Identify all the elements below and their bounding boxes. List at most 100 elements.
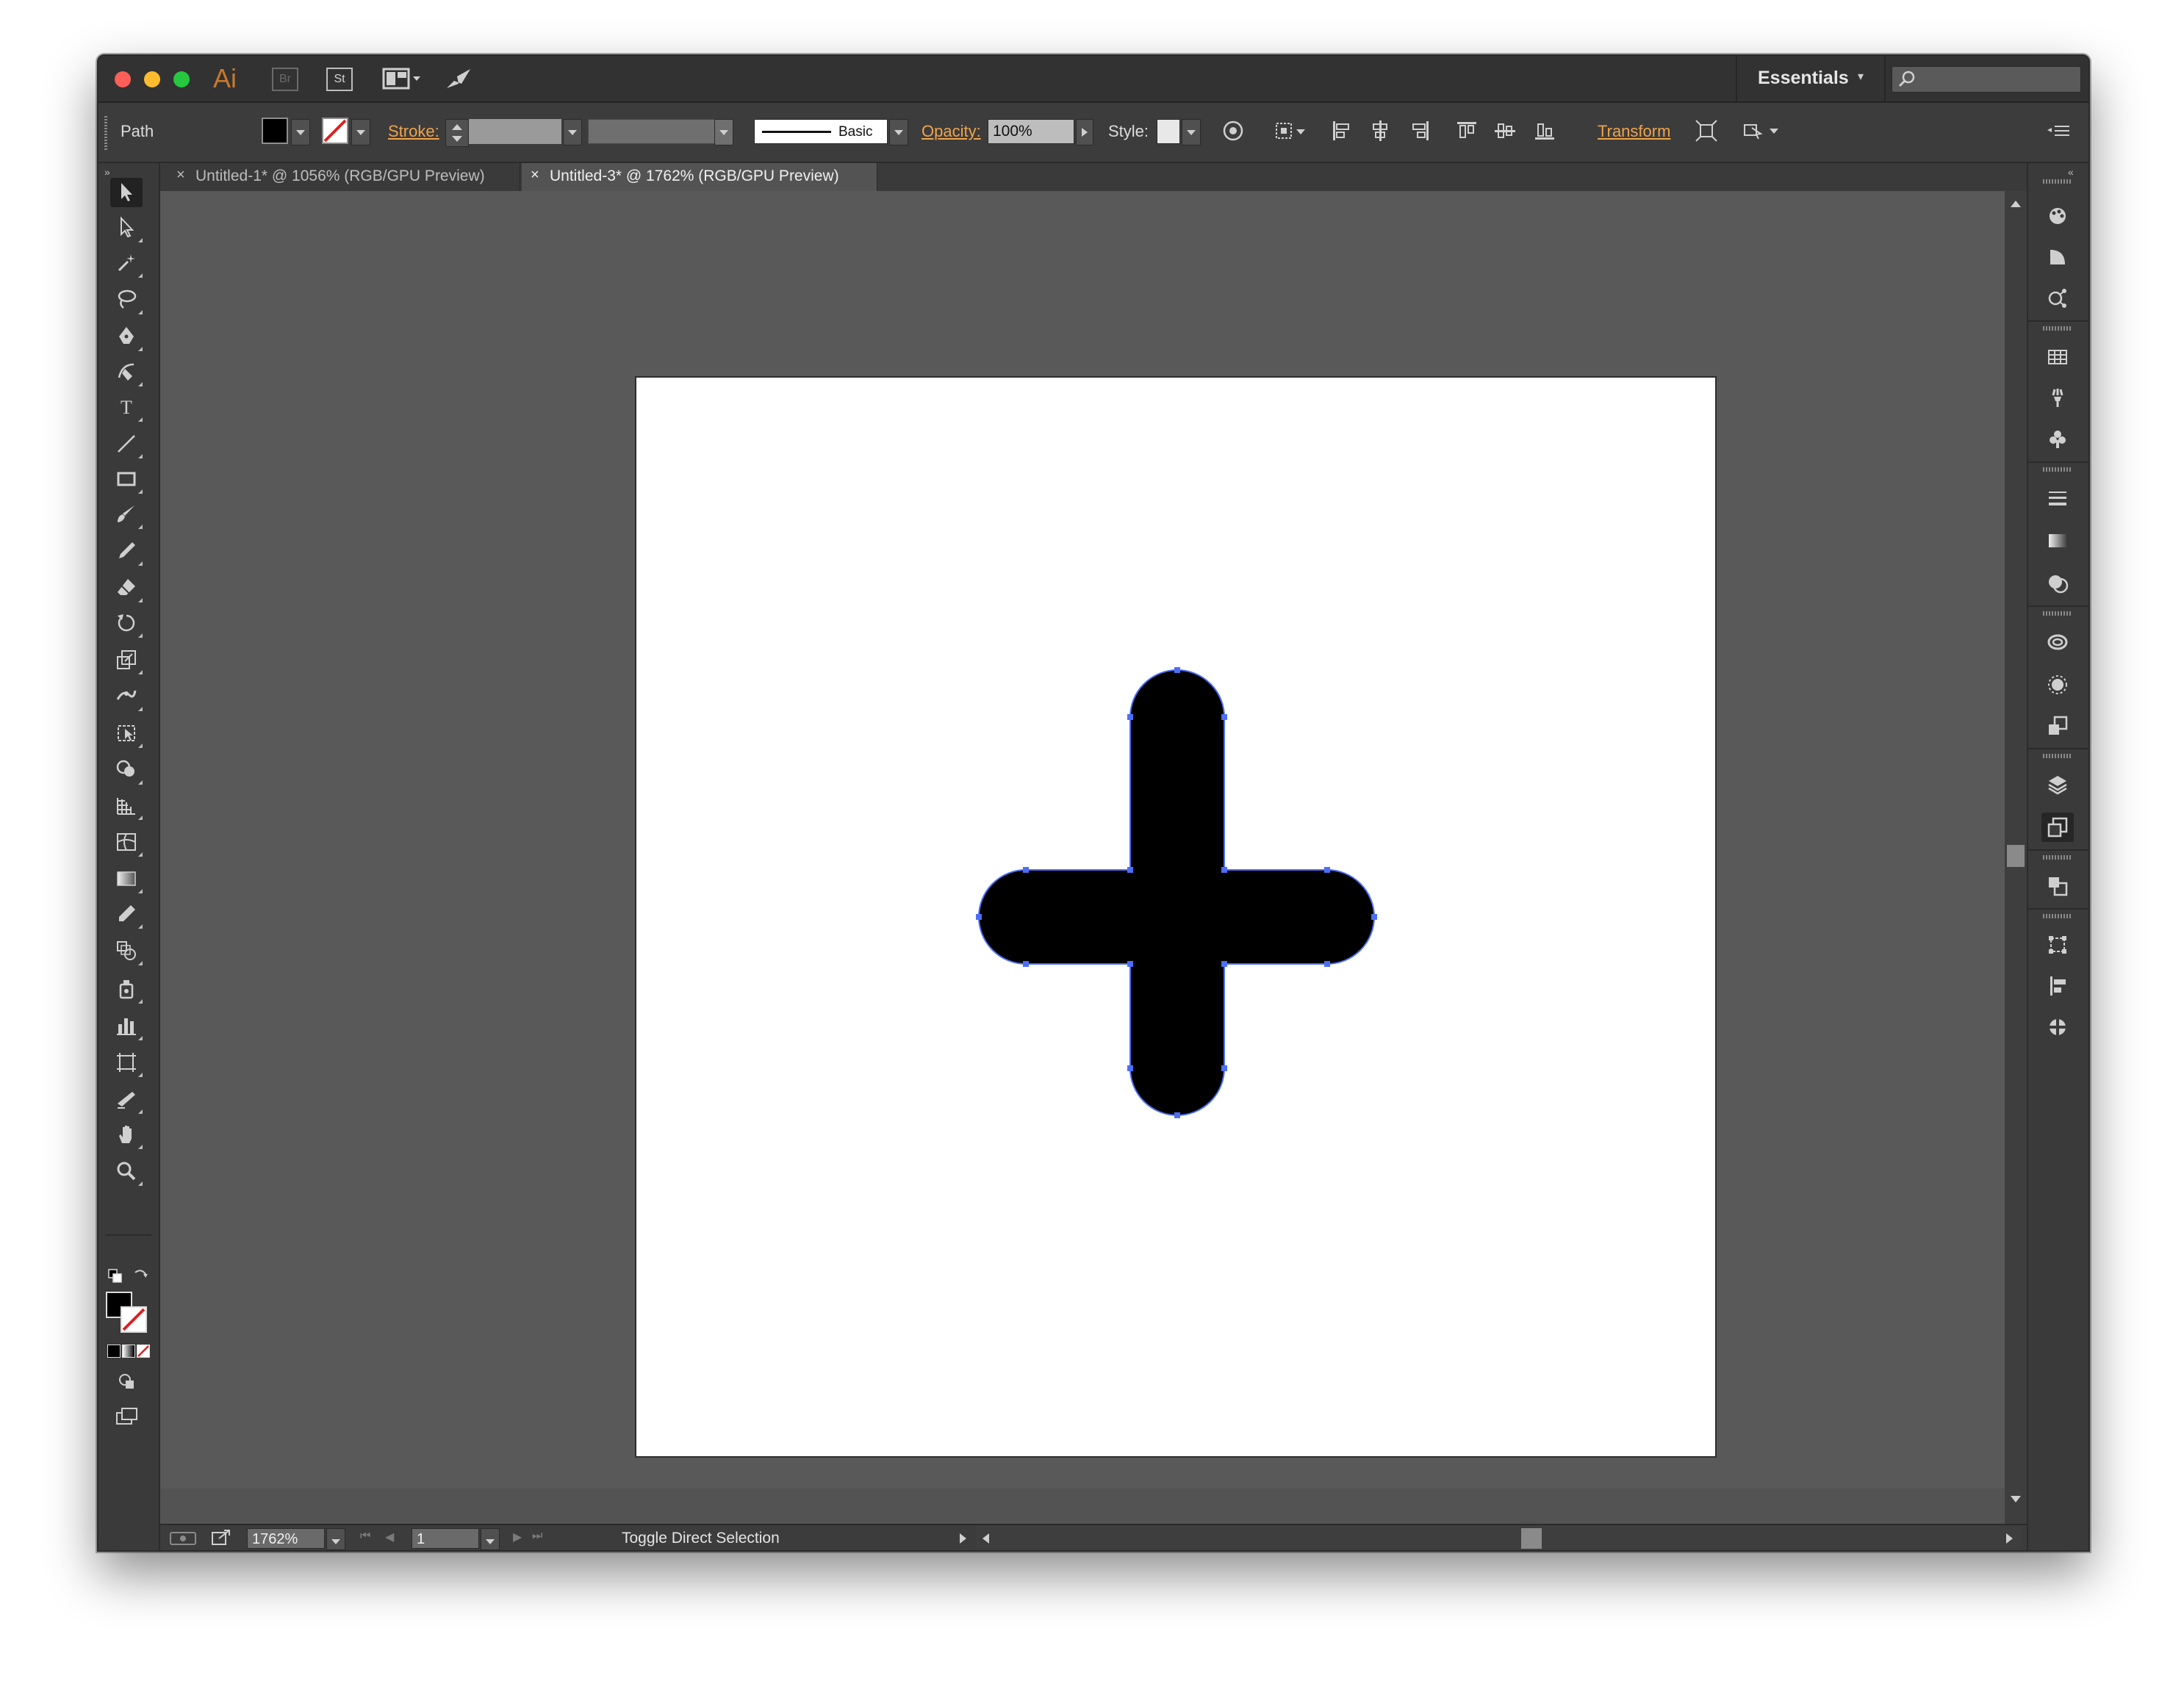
artboard-number-input[interactable]: 1 xyxy=(412,1528,479,1549)
color-panel-button[interactable] xyxy=(2041,201,2074,231)
eyedropper-tool[interactable] xyxy=(110,899,143,929)
fill-swatch[interactable] xyxy=(262,118,288,144)
scroll-up-icon[interactable] xyxy=(2005,195,2027,213)
panel-group-grip[interactable] xyxy=(2043,754,2072,758)
shape-builder-tool[interactable] xyxy=(110,755,143,785)
scroll-down-icon[interactable] xyxy=(2005,1490,2027,1508)
panel-group-grip[interactable] xyxy=(2043,467,2072,472)
scroll-left-icon[interactable] xyxy=(977,1528,995,1550)
anchor-point[interactable] xyxy=(1221,867,1227,873)
selection-tool[interactable] xyxy=(110,178,143,207)
artboard[interactable] xyxy=(636,378,1715,1456)
transparency-panel-button[interactable] xyxy=(2041,569,2074,598)
scale-tool[interactable] xyxy=(110,645,143,674)
isolate-selected-button[interactable] xyxy=(1695,119,1718,143)
close-tab-icon[interactable]: × xyxy=(531,167,539,184)
zoom-level-input[interactable]: 1762% xyxy=(247,1528,325,1549)
stroke-swatch[interactable] xyxy=(322,118,348,144)
default-fill-stroke-button[interactable] xyxy=(107,1268,123,1284)
column-graph-tool[interactable] xyxy=(110,1011,143,1040)
anchor-point[interactable] xyxy=(1023,867,1029,873)
artboards-panel-button[interactable] xyxy=(2041,813,2074,842)
brush-definition-select[interactable]: Basic xyxy=(754,119,888,144)
anchor-point[interactable] xyxy=(1127,1065,1133,1071)
stroke-color-box[interactable] xyxy=(121,1306,147,1333)
anchor-point[interactable] xyxy=(1174,667,1180,673)
zoom-window-button[interactable] xyxy=(173,71,190,87)
canvas-area[interactable] xyxy=(160,191,2027,1489)
align-panel-button[interactable] xyxy=(2041,971,2074,1001)
type-tool[interactable]: T xyxy=(110,392,143,422)
minimize-window-button[interactable] xyxy=(144,71,160,87)
free-transform-tool[interactable] xyxy=(110,719,143,748)
zoom-level-dropdown[interactable] xyxy=(326,1528,345,1550)
stroke-weight-stepper[interactable] xyxy=(445,119,469,147)
line-segment-tool[interactable] xyxy=(110,429,143,458)
panel-group-grip[interactable] xyxy=(2043,179,2072,184)
artboard-number-dropdown[interactable] xyxy=(481,1528,500,1550)
brush-definition-dropdown[interactable] xyxy=(889,119,908,145)
color-mode-none-button[interactable] xyxy=(137,1345,150,1358)
close-tab-icon[interactable]: × xyxy=(176,167,185,184)
pathfinder-panel-button[interactable] xyxy=(2041,1012,2074,1042)
anchor-point[interactable] xyxy=(1324,867,1330,873)
color-mode-gradient-button[interactable] xyxy=(122,1345,135,1358)
stock-button[interactable]: St xyxy=(326,68,353,91)
anchor-point[interactable] xyxy=(1127,961,1133,967)
panel-group-grip[interactable] xyxy=(2043,914,2072,918)
share-icon[interactable] xyxy=(210,1528,232,1547)
eraser-tool[interactable] xyxy=(110,573,143,602)
tab-untitled-1[interactable]: × Untitled-1* @ 1056% (RGB/GPU Preview) xyxy=(168,163,520,191)
scroll-right-icon[interactable] xyxy=(2000,1528,2018,1550)
color-mode-color-button[interactable] xyxy=(107,1345,121,1358)
variable-width-profile-dropdown[interactable] xyxy=(714,119,733,145)
anchor-point[interactable] xyxy=(1221,1065,1227,1071)
close-window-button[interactable] xyxy=(115,71,131,87)
align-top-button[interactable] xyxy=(1455,119,1479,143)
blend-tool[interactable] xyxy=(110,936,143,965)
pencil-tool[interactable] xyxy=(110,536,143,566)
layers-panel-button[interactable] xyxy=(2041,770,2074,799)
anchor-point[interactable] xyxy=(1221,714,1227,720)
appearance-panel-button[interactable] xyxy=(2041,670,2074,699)
anchor-point[interactable] xyxy=(1174,1112,1180,1118)
rotate-tool[interactable] xyxy=(110,608,143,638)
lasso-tool[interactable] xyxy=(110,285,143,314)
graphic-style-dropdown[interactable] xyxy=(1182,119,1201,145)
status-menu-icon[interactable] xyxy=(955,1530,970,1547)
align-right-button[interactable] xyxy=(1408,119,1432,143)
expand-panels-icon[interactable]: « xyxy=(2068,166,2074,178)
graphic-styles-panel-button[interactable] xyxy=(2041,711,2074,741)
stroke-weight-input[interactable] xyxy=(469,119,561,144)
first-artboard-icon[interactable]: ⏮ xyxy=(360,1530,370,1543)
brushes-panel-button[interactable] xyxy=(2041,384,2074,413)
libraries-panel-button[interactable] xyxy=(2041,627,2074,657)
opacity-panel-link[interactable]: Opacity: xyxy=(922,122,981,141)
artboard-tool[interactable] xyxy=(110,1048,143,1077)
opacity-slider-button[interactable] xyxy=(1076,119,1093,145)
panel-group-grip[interactable] xyxy=(2043,855,2072,860)
mesh-tool[interactable] xyxy=(110,827,143,857)
paintbrush-tool[interactable] xyxy=(110,500,143,529)
align-vertical-center-button[interactable] xyxy=(1493,119,1517,143)
opacity-input[interactable]: 100% xyxy=(988,119,1074,144)
rectangle-tool[interactable] xyxy=(110,464,143,494)
slice-tool[interactable] xyxy=(110,1084,143,1114)
anchor-point[interactable] xyxy=(1023,961,1029,967)
gpu-performance-button[interactable] xyxy=(444,66,473,91)
kuler-panel-button[interactable] xyxy=(2041,284,2074,313)
zoom-tool[interactable] xyxy=(110,1156,143,1186)
search-field[interactable] xyxy=(1892,66,2081,93)
select-similar-button[interactable] xyxy=(1742,119,1783,143)
stroke-weight-dropdown[interactable] xyxy=(563,119,582,145)
transform-panel-button[interactable] xyxy=(2041,930,2074,960)
horizontal-scrollbar[interactable] xyxy=(976,1525,2021,1550)
swap-fill-stroke-button[interactable] xyxy=(132,1267,150,1284)
width-tool[interactable] xyxy=(110,682,143,711)
align-left-button[interactable] xyxy=(1330,119,1354,143)
gradient-panel-button[interactable] xyxy=(2041,526,2074,555)
symbol-sprayer-tool[interactable] xyxy=(110,974,143,1004)
tab-untitled-3[interactable]: × Untitled-3* @ 1762% (RGB/GPU Preview) xyxy=(522,163,877,191)
vertical-scroll-thumb[interactable] xyxy=(2007,845,2025,867)
panel-group-grip[interactable] xyxy=(2043,611,2072,616)
